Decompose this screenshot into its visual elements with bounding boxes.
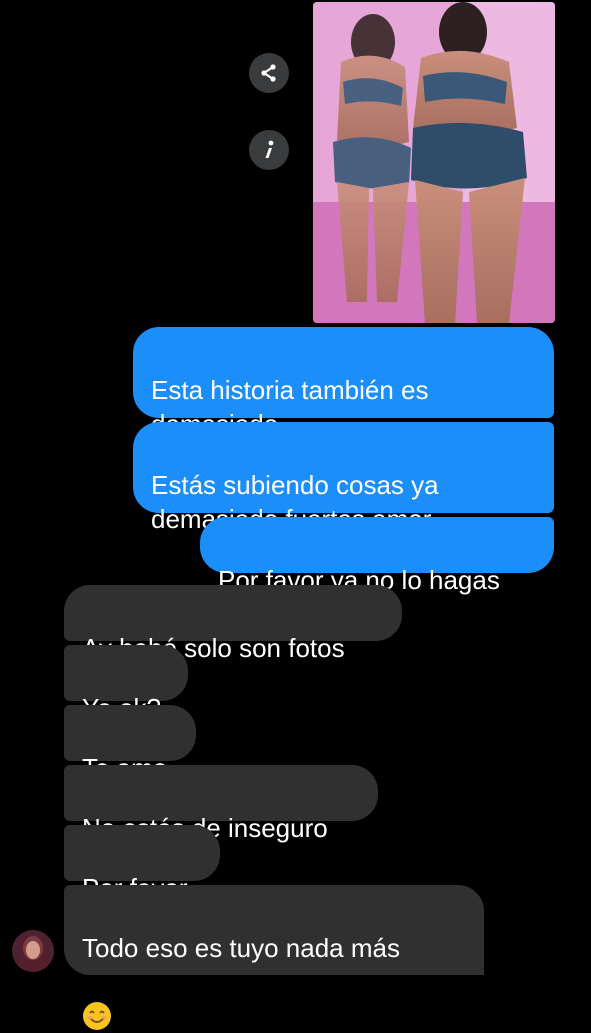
- info-icon: [265, 140, 274, 158]
- share-icon: [261, 64, 276, 82]
- received-message[interactable]: Todo eso es tuyo nada más: [64, 885, 484, 1030]
- sent-message[interactable]: Estás subiendo cosas ya demasiado fuerte…: [133, 422, 554, 534]
- shared-story-photo[interactable]: [313, 2, 555, 323]
- received-message[interactable]: No estés de inseguro: [64, 765, 378, 843]
- sent-message[interactable]: Esta historia también es demasiado: [133, 327, 554, 439]
- smiling-face-emoji: [83, 1002, 111, 1030]
- info-button[interactable]: [249, 130, 289, 170]
- share-button[interactable]: [249, 53, 289, 93]
- sent-message[interactable]: Por favor ya no lo hagas: [200, 517, 554, 595]
- received-message-text: Todo eso es tuyo nada más: [82, 933, 400, 963]
- avatar-image: [12, 930, 54, 972]
- received-message[interactable]: Te amo: [64, 705, 196, 783]
- received-message[interactable]: Por favor: [64, 825, 220, 903]
- photo-thumbnail: [313, 2, 555, 323]
- received-message[interactable]: Ay bebé solo son fotos: [64, 585, 402, 663]
- received-message[interactable]: Ya ok?: [64, 645, 188, 723]
- avatar[interactable]: [12, 930, 54, 972]
